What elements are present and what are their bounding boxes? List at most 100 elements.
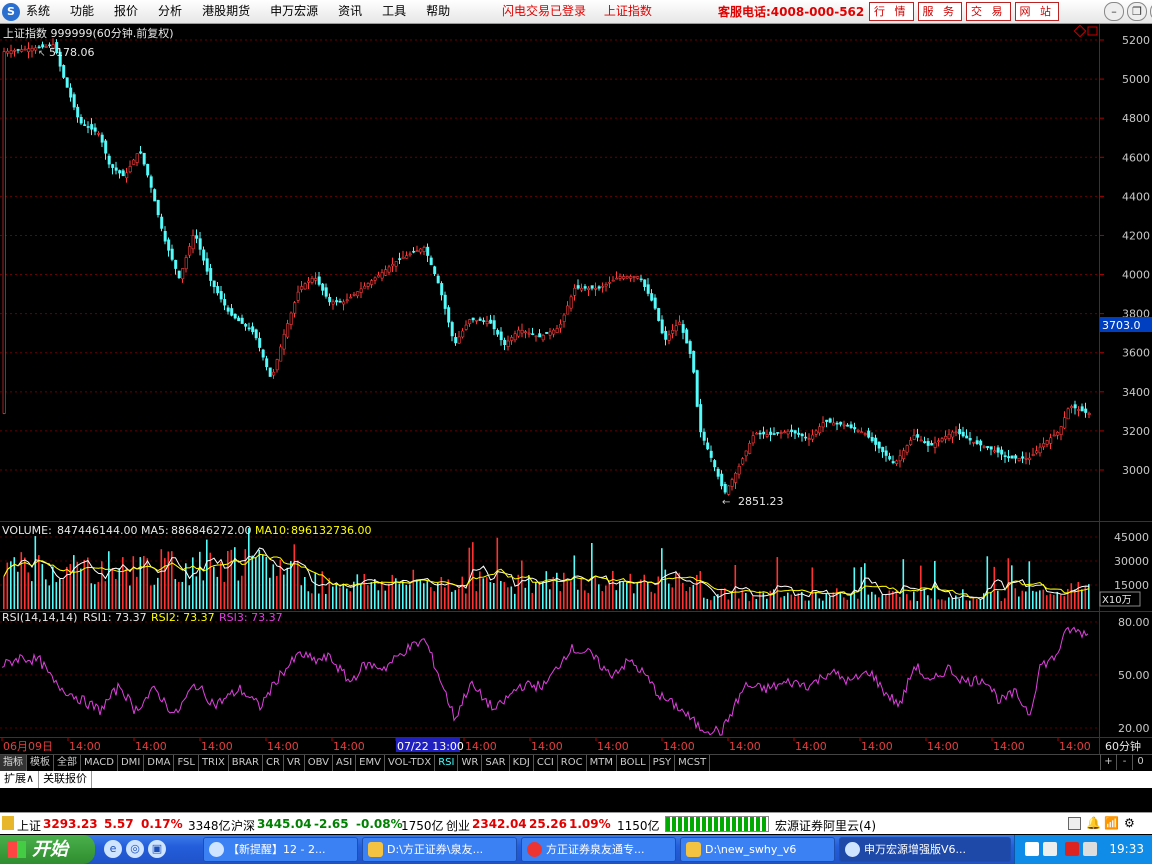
stock-chart-area[interactable]: 5200500048004600440042004000380036003400…	[0, 24, 1152, 754]
minimize-icon[interactable]: –	[1104, 2, 1124, 21]
volume-bar	[318, 593, 320, 609]
volume-bar	[1056, 591, 1059, 609]
tab-related-quotes[interactable]: 关联报价	[39, 771, 93, 788]
network-icon[interactable]	[1043, 842, 1057, 856]
menu-item-tools[interactable]: 工具	[382, 0, 406, 24]
menu-item-news[interactable]: 资讯	[338, 0, 362, 24]
volume-bar	[965, 600, 968, 609]
tab-mcst[interactable]: MCST	[675, 755, 711, 771]
keyboard-icon[interactable]	[1025, 842, 1039, 856]
candle-body	[657, 308, 661, 321]
candle-body	[6, 50, 10, 54]
candle-body	[1021, 456, 1025, 459]
volume-bar	[461, 576, 464, 609]
volume-bar	[601, 591, 604, 609]
website-button[interactable]: 网 站	[1014, 2, 1059, 21]
window-toggle-icon[interactable]	[1087, 26, 1098, 36]
candle-body	[149, 176, 153, 188]
browser-icon[interactable]: ◎	[126, 840, 144, 858]
tab-all[interactable]: 全部	[54, 755, 81, 771]
taskbar-item-folder-fzzq[interactable]: D:\方正证券\泉友...	[362, 837, 517, 862]
taskbar-item-swhy-app[interactable]: 申万宏源增强版V6...	[839, 837, 1011, 862]
restore-icon[interactable]: ❐	[1127, 2, 1147, 21]
candle-body	[538, 333, 542, 338]
tab-fsl[interactable]: FSL	[174, 755, 199, 771]
candle-body	[1077, 409, 1081, 411]
volume-bar	[1060, 594, 1062, 609]
tab-mtm[interactable]: MTM	[587, 755, 617, 771]
volume-bar	[1049, 593, 1052, 609]
menu-item-swhy[interactable]: 申万宏源	[270, 0, 318, 24]
menu-item-function[interactable]: 功能	[70, 0, 94, 24]
taskbar-item-reminder[interactable]: 【新提醒】12 - 2...	[203, 837, 358, 862]
candle-body	[310, 277, 314, 283]
tab-psy[interactable]: PSY	[650, 755, 676, 771]
zoom-out-button[interactable]: -	[1116, 754, 1132, 770]
ma5-label: MA5:	[141, 524, 169, 537]
candle-body	[744, 450, 748, 457]
tab-macd[interactable]: MACD	[81, 755, 118, 771]
tab-indicator[interactable]: 指标	[0, 755, 27, 771]
tab-kdj[interactable]: KDJ	[510, 755, 534, 771]
tab-trix[interactable]: TRIX	[199, 755, 229, 771]
broker-server[interactable]: 宏源证券阿里云(4)	[775, 817, 876, 834]
volume-bar	[528, 575, 530, 609]
tab-boll[interactable]: BOLL	[617, 755, 650, 771]
diamond-icon[interactable]	[1073, 24, 1087, 38]
tab-emv[interactable]: EMV	[356, 755, 385, 771]
settings-icon[interactable]: ⚙	[1124, 816, 1135, 830]
volume-bar	[853, 567, 856, 609]
volume-bar	[703, 597, 705, 609]
menu-item-help[interactable]: 帮助	[426, 0, 450, 24]
volume-bar	[573, 555, 576, 609]
ticker-lock-icon[interactable]	[2, 816, 14, 830]
volume-bar	[143, 556, 145, 609]
tab-obv[interactable]: OBV	[305, 755, 333, 771]
taskbar-item-fzzq-app[interactable]: 方正证券泉友通专...	[521, 837, 676, 862]
candle-body	[107, 155, 111, 165]
candle-body	[135, 153, 139, 163]
menu-item-system[interactable]: 系统	[26, 0, 50, 24]
window-icon[interactable]	[1068, 817, 1081, 830]
tab-vol-tdx[interactable]: VOL-TDX	[385, 755, 436, 771]
volume-bar	[465, 593, 467, 609]
service-button[interactable]: 服 务	[917, 2, 962, 21]
volume-bar	[90, 583, 93, 609]
tab-brar[interactable]: BRAR	[229, 755, 263, 771]
volume-bar	[542, 581, 544, 609]
tab-rsi[interactable]: RSI	[435, 755, 459, 771]
tab-sar[interactable]: SAR	[482, 755, 510, 771]
speaker-icon[interactable]	[1083, 842, 1097, 856]
tab-wr[interactable]: WR	[458, 755, 483, 771]
trade-button[interactable]: 交 易	[966, 2, 1011, 21]
menu-item-hk-futures[interactable]: 港股期货	[202, 0, 250, 24]
period-label[interactable]: 60分钟	[1105, 739, 1141, 753]
candle-body	[83, 124, 87, 126]
tab-expand[interactable]: 扩展∧	[0, 771, 40, 788]
volume-bar	[132, 556, 135, 609]
tab-dmi[interactable]: DMI	[118, 755, 145, 771]
tab-vr[interactable]: VR	[284, 755, 305, 771]
menu-item-analysis[interactable]: 分析	[158, 0, 182, 24]
tab-cr[interactable]: CR	[263, 755, 284, 771]
desktop-icon[interactable]: ▣	[148, 840, 166, 858]
start-button[interactable]: 开始	[0, 835, 95, 864]
volume-bar	[1014, 588, 1017, 609]
zoom-in-button[interactable]: +	[1100, 754, 1116, 770]
tab-roc[interactable]: ROC	[558, 755, 587, 771]
tab-template[interactable]: 模板	[27, 755, 54, 771]
ie-icon[interactable]: e	[104, 840, 122, 858]
tab-asi[interactable]: ASI	[333, 755, 357, 771]
bell-icon[interactable]: 🔔	[1086, 816, 1101, 830]
tab-cci[interactable]: CCI	[534, 755, 558, 771]
zoom-reset-button[interactable]: 0	[1132, 754, 1148, 770]
high-marker: ↖ 5178.06	[38, 46, 95, 59]
taskbar-item-folder-swhy[interactable]: D:\new_swhy_v6	[680, 837, 835, 862]
tab-dma[interactable]: DMA	[144, 755, 175, 771]
market-button[interactable]: 行 情	[869, 2, 914, 21]
candle-body	[765, 434, 769, 437]
menu-item-quote[interactable]: 报价	[114, 0, 138, 24]
antivirus-icon[interactable]	[1065, 842, 1079, 856]
volume-bar	[1004, 598, 1006, 609]
volume-bar	[153, 584, 156, 609]
